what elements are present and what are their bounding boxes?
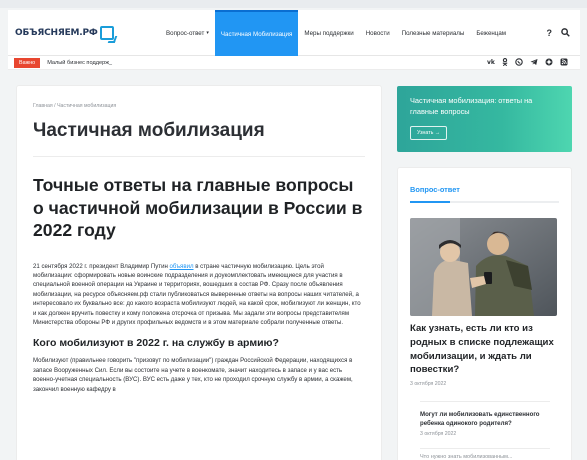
- article-photo[interactable]: [410, 218, 557, 316]
- breaking-news-ticker: Важно Малый бизнес поддерж_ vk: [8, 56, 580, 70]
- widget-underline: [410, 201, 559, 203]
- help-icon[interactable]: ?: [547, 28, 553, 38]
- logo-text: ОБЪЯСНЯЕМ.РФ: [15, 27, 98, 38]
- nav-item-label: Частичная Мобилизация: [220, 30, 293, 38]
- svg-text:vk: vk: [487, 58, 495, 64]
- card-title[interactable]: Как узнать, есть ли кто из родных в спис…: [410, 322, 559, 377]
- article-title: Точные ответы на главные вопросы о части…: [33, 175, 363, 240]
- mobilization-banner[interactable]: Частичная мобилизация: ответы на главные…: [397, 86, 572, 152]
- nav-item-label: Беженцам: [476, 29, 507, 37]
- qa-widget: Вопрос-ответ Как узнать, есть ли кто из …: [397, 167, 572, 460]
- ok-icon[interactable]: [502, 57, 508, 68]
- vk-icon[interactable]: vk: [487, 58, 496, 68]
- logo-speech-bubble-icon: [99, 25, 114, 40]
- article-card: Главная / Частичная мобилизация Частична…: [16, 85, 382, 460]
- list-item-next[interactable]: Что нужно знать мобилизованным...: [420, 448, 550, 460]
- site-logo[interactable]: ОБЪЯСНЯЕМ.РФ: [15, 25, 114, 40]
- nav-item-label: Вопрос-ответ: [166, 29, 205, 37]
- header-actions: ?: [547, 10, 571, 56]
- search-icon[interactable]: [561, 27, 570, 39]
- announced-link[interactable]: объявил: [170, 263, 194, 270]
- banner-title: Частичная мобилизация: ответы на главные…: [410, 96, 533, 116]
- site-header: ОБЪЯСНЯЕМ.РФ Вопрос-ответ ▾ Частичная Мо…: [8, 10, 580, 56]
- page-title: Частичная мобилизация: [33, 120, 265, 141]
- browser-top-strip: [0, 0, 587, 8]
- nav-item-support-measures[interactable]: Меры поддержки: [298, 10, 359, 56]
- ticker-badge: Важно: [14, 57, 41, 68]
- related-list: Могут ли мобилизовать единственного ребе…: [420, 401, 550, 460]
- nav-item-refugees[interactable]: Беженцам: [470, 10, 512, 56]
- nav-item-news[interactable]: Новости: [360, 10, 396, 56]
- nav-item-label: Полезные материалы: [401, 29, 465, 37]
- nav-item-partial-mobilization[interactable]: Частичная Мобилизация: [214, 10, 299, 56]
- section-heading: Кого мобилизуют в 2022 г. на службу в ар…: [33, 337, 279, 350]
- card-date: 3 октября 2022: [410, 381, 447, 388]
- section-paragraph: Мобилизуют (правильнее говорить "призову…: [33, 357, 353, 393]
- nav-item-useful-materials[interactable]: Полезные материалы: [396, 10, 471, 56]
- breadcrumb[interactable]: Главная / Частичная мобилизация: [33, 103, 365, 109]
- photo-illustration: [410, 218, 557, 316]
- list-item[interactable]: Могут ли мобилизовать единственного ребе…: [420, 401, 550, 437]
- dzen-icon[interactable]: [545, 58, 553, 68]
- widget-title: Вопрос-ответ: [410, 185, 460, 194]
- nav-item-label: Новости: [365, 29, 390, 37]
- article-intro: 21 сентября 2022 г. президент Владимир П…: [33, 262, 365, 328]
- related-date: 3 октября 2022: [420, 431, 457, 438]
- intro-text-end: в стране частичную мобилизацию. Цель это…: [33, 262, 361, 326]
- nav-item-label: Меры поддержки: [304, 29, 354, 37]
- rss-icon[interactable]: [560, 58, 568, 68]
- nav-item-questions[interactable]: Вопрос-ответ ▾: [160, 10, 215, 56]
- main-navigation: Вопрос-ответ ▾ Частичная Мобилизация Мер…: [160, 10, 512, 56]
- chevron-down-icon: ▾: [206, 30, 209, 36]
- viber-icon[interactable]: [515, 57, 523, 68]
- related-title[interactable]: Могут ли мобилизовать единственного ребе…: [420, 410, 550, 428]
- intro-text-start: 21 сентября 2022 г. президент Владимир П…: [33, 262, 170, 270]
- learn-more-button[interactable]: Узнать →: [410, 126, 448, 141]
- ticker-link[interactable]: Малый бизнес поддерж_: [47, 60, 112, 66]
- divider: [33, 156, 365, 157]
- social-links: vk: [487, 57, 568, 68]
- telegram-icon[interactable]: [530, 58, 538, 68]
